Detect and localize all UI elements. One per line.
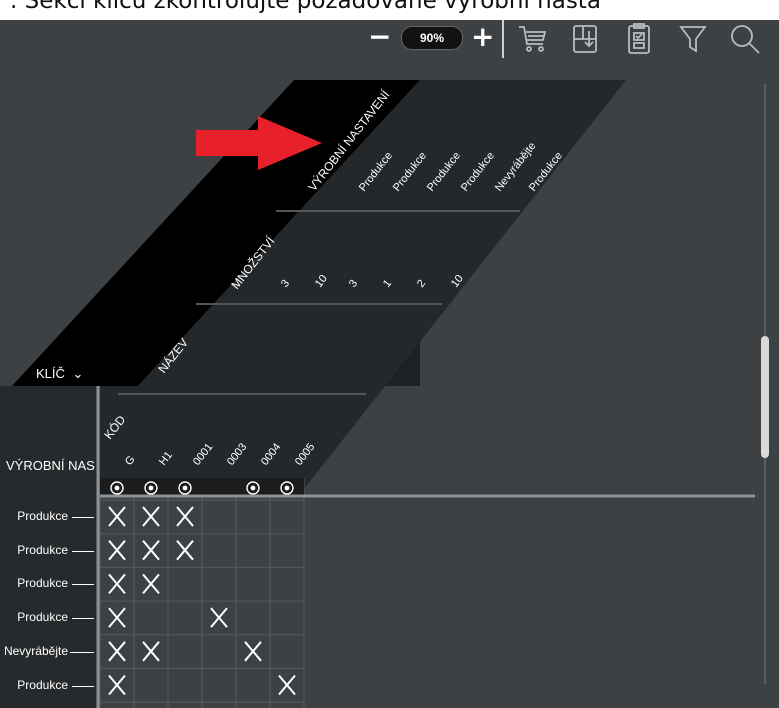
add-marker-cell [202,478,236,496]
grid-lines [99,478,305,708]
row-connector [72,550,94,552]
row-header-title: VÝROBNÍ NAS [6,458,95,473]
cell-x-mark[interactable] [108,573,126,595]
cell-x-mark[interactable] [278,674,296,696]
chevron-down-icon: ⌄ [72,366,84,381]
key-header[interactable]: KLÍČ ⌄ [36,366,83,382]
row-connector [70,651,94,653]
row-connector [72,517,94,518]
row-label[interactable]: Produkce [0,576,68,590]
row-label[interactable]: Produkce [0,610,68,624]
matrix-canvas: VÝROBNÍ NASTAVENÍ MNOŽSTVÍ NÁZEV KÓD G3P… [12,80,755,708]
row-label[interactable]: Nevyrábějte [0,644,68,658]
cell-x-mark[interactable] [176,540,194,561]
cell-x-mark[interactable] [210,607,228,628]
row-connector [72,685,94,687]
cell-x-mark[interactable] [244,641,262,662]
cell-x-mark[interactable] [108,607,126,628]
row-label[interactable]: Produkce [0,543,68,557]
cell-x-mark[interactable] [142,540,160,561]
row-label[interactable]: Produkce [0,509,68,523]
cell-x-mark[interactable] [176,506,194,527]
cell-x-mark[interactable] [142,573,160,595]
row-connector [72,584,94,586]
cell-x-mark[interactable] [108,674,126,696]
row-label[interactable]: Produkce [0,678,68,692]
key-label: KLÍČ [36,366,65,381]
cell-x-mark[interactable] [108,540,126,561]
cell-x-mark[interactable] [142,506,160,527]
cell-x-mark[interactable] [108,641,126,662]
cell-x-mark[interactable] [142,641,160,662]
row-connector [72,618,94,620]
cell-x-mark[interactable] [108,506,126,527]
